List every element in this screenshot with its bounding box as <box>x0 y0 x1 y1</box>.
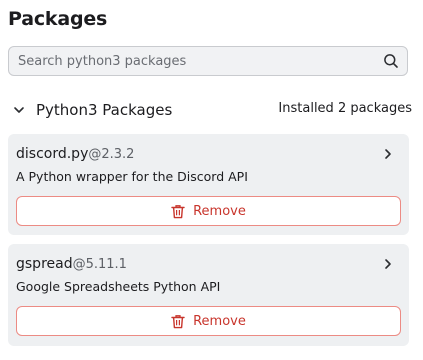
remove-button[interactable]: Remove <box>16 306 401 336</box>
chevron-right-icon[interactable] <box>383 148 393 160</box>
remove-button[interactable]: Remove <box>16 196 401 226</box>
chevron-right-icon[interactable] <box>383 258 393 270</box>
package-card-gspread[interactable]: gspread@5.11.1 Google Spreadsheets Pytho… <box>8 244 409 346</box>
remove-label: Remove <box>193 313 246 329</box>
package-name: discord.py <box>16 146 89 162</box>
package-description: A Python wrapper for the Discord API <box>16 169 248 184</box>
trash-icon <box>171 204 185 218</box>
trash-icon <box>171 314 185 328</box>
installed-count: Installed 2 packages <box>278 101 412 116</box>
package-card-discord-py[interactable]: discord.py@2.3.2 A Python wrapper for th… <box>8 134 409 235</box>
page-title: Packages <box>8 8 108 30</box>
package-version: @2.3.2 <box>88 147 135 162</box>
section-label: Python3 Packages <box>36 101 173 119</box>
package-description: Google Spreadsheets Python API <box>16 279 221 294</box>
chevron-down-icon[interactable] <box>13 104 25 116</box>
search-box[interactable] <box>8 46 408 76</box>
search-input[interactable] <box>9 47 369 75</box>
search-icon[interactable] <box>383 53 399 69</box>
package-name: gspread <box>16 256 73 272</box>
remove-label: Remove <box>193 203 246 219</box>
python3-packages-section-header[interactable]: Python3 Packages Installed 2 packages <box>8 96 412 124</box>
package-version: @5.11.1 <box>72 257 127 272</box>
package-name-version: discord.py@2.3.2 <box>16 146 134 162</box>
package-name-version: gspread@5.11.1 <box>16 256 127 272</box>
